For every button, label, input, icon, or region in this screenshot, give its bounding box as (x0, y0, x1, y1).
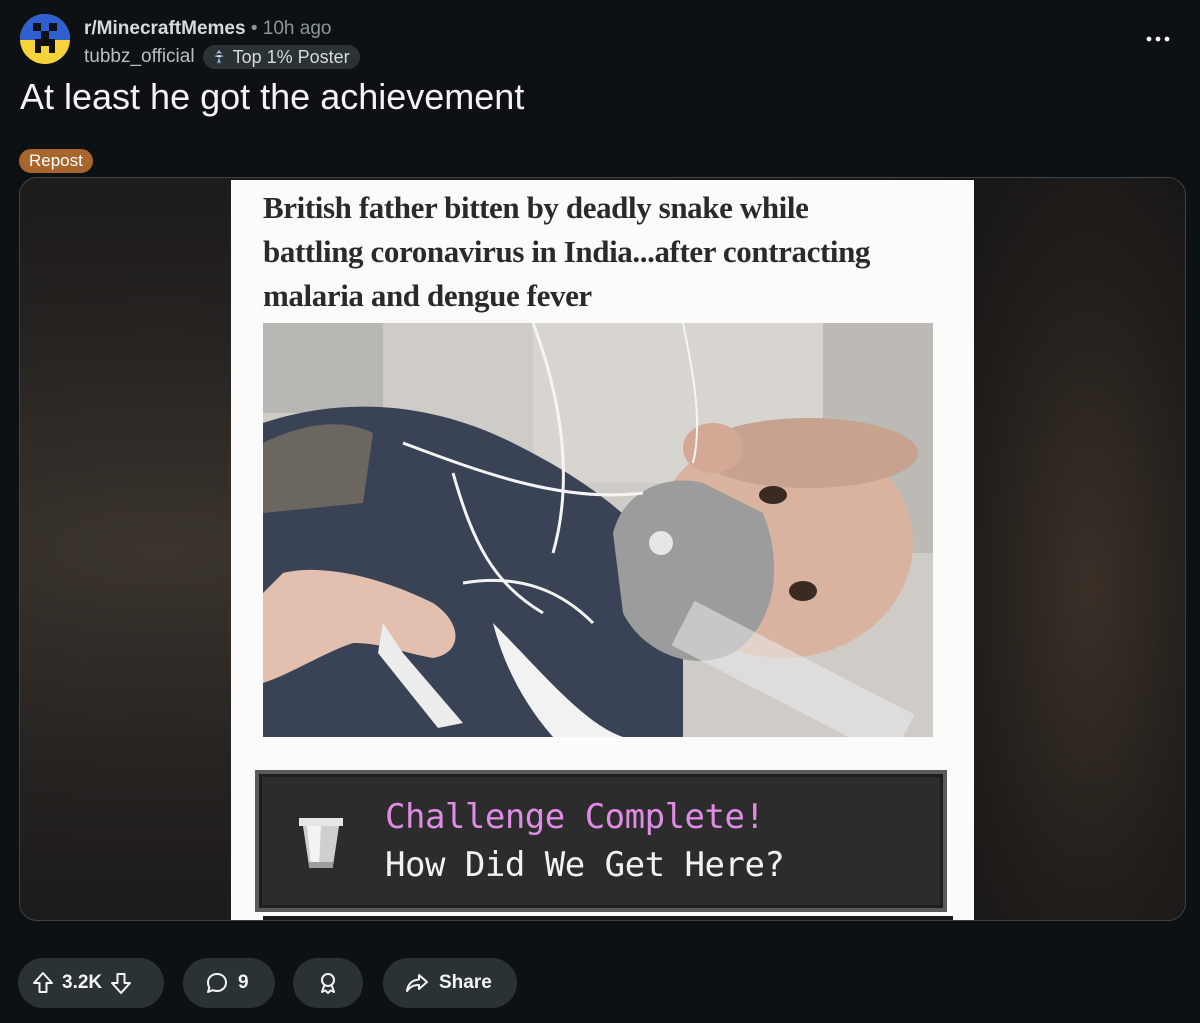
arrow-up-icon[interactable] (32, 971, 54, 995)
subreddit-avatar[interactable] (20, 14, 70, 64)
author-flair-label: Top 1% Poster (232, 46, 350, 67)
award-icon (321, 973, 335, 994)
subreddit-link[interactable]: r/MinecraftMemes (84, 18, 246, 39)
achievement-description: How Did We Get Here? (385, 845, 785, 885)
post-time: 10h ago (262, 18, 332, 39)
vote-control: 3.2K (18, 958, 164, 1008)
meme-bottom-edge (263, 916, 953, 920)
comments-button[interactable]: 9 (183, 958, 275, 1008)
media-blur-background (945, 178, 1185, 920)
meme-image: British father bitten by deadly snake wh… (231, 180, 974, 920)
post-header: r/MinecraftMemes • 10h ago tubbz_officia… (20, 14, 1180, 74)
hospital-photo (263, 323, 933, 737)
arrow-down-icon[interactable] (110, 971, 132, 995)
author-flair: Top 1% Poster (202, 45, 360, 69)
post-media[interactable]: British father bitten by deadly snake wh… (19, 177, 1186, 921)
upvote-count: 3.2K (62, 972, 103, 993)
post-title[interactable]: At least he got the achievement (20, 74, 524, 120)
meme-headline: British father bitten by deadly snake wh… (263, 190, 871, 313)
achievement-toast: Challenge Complete! How Did We Get Here? (255, 770, 947, 912)
author-link[interactable]: tubbz_official (84, 46, 195, 68)
author-row: tubbz_official Top 1% Poster (84, 44, 360, 70)
repost-tag: Repost (19, 149, 93, 173)
share-arrow-icon (406, 974, 428, 992)
share-button[interactable]: Share (383, 958, 517, 1008)
separator-dot: • (250, 18, 258, 39)
more-options-button[interactable] (1140, 24, 1176, 54)
comment-bubble-icon (207, 973, 227, 993)
award-button[interactable] (293, 958, 363, 1008)
top-poster-icon (213, 50, 224, 64)
achievement-title: Challenge Complete! (385, 797, 765, 837)
subreddit-row: r/MinecraftMemes • 10h ago (84, 18, 331, 40)
share-label: Share (439, 972, 492, 993)
bucket-icon (299, 818, 343, 868)
more-horizontal-icon (1146, 36, 1170, 42)
comment-count: 9 (238, 972, 249, 993)
